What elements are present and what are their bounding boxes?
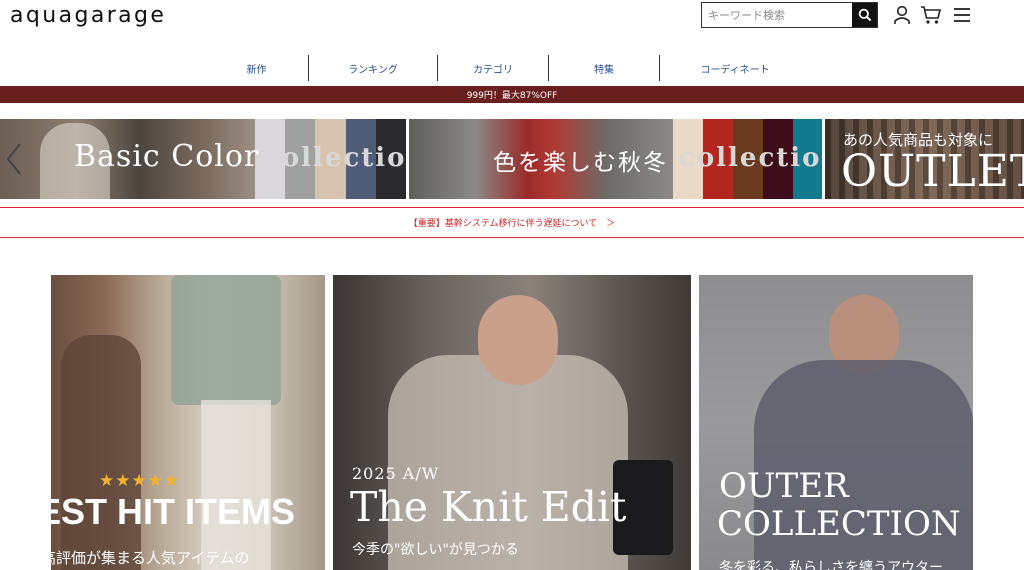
card-subtitle: 今季の"欲しい"が見つかる (352, 542, 519, 558)
main-nav: 新作 ランキング カテゴリ 特集 コーディネート (205, 55, 810, 81)
card-title-line1: OUTER (719, 466, 849, 506)
menu-button[interactable] (951, 4, 973, 26)
cart-button[interactable] (920, 4, 942, 26)
user-icon (894, 5, 910, 24)
slide-subtitle: collection (264, 143, 406, 173)
search-icon (858, 8, 871, 22)
card-title-line2: COLLECTION (717, 504, 961, 544)
nav-item-new[interactable]: 新作 (205, 55, 308, 81)
nav-item-feature[interactable]: 特集 (549, 55, 659, 81)
slide-subtitle: OUTLET (841, 146, 1024, 197)
carousel-slide-basic-color[interactable]: Basic Color collection (0, 119, 406, 199)
slide-subtitle: collection (679, 143, 822, 173)
chevron-left-icon (6, 143, 21, 175)
carousel-slide-outlet[interactable]: あの人気商品も対象に OUTLET (825, 119, 1024, 199)
card-subtitle: 冬を彩る、私らしさを纏うアウター (719, 560, 943, 570)
rating-stars: ★★★★★ (99, 471, 181, 491)
hamburger-icon (954, 8, 970, 22)
account-button[interactable] (891, 4, 913, 26)
feature-card-best-hit[interactable]: ★★★★★ BEST HIT ITEMS 高評価が集まる人気アイテムの (51, 275, 325, 570)
carousel-slide-color-autumn[interactable]: 色を楽しむ秋冬 collection (409, 119, 822, 199)
banner-carousel: Basic Color collection 色を楽しむ秋冬 collectio… (0, 119, 1024, 199)
important-notice-link[interactable]: 【重要】基幹システム移行に伴う遅延について ＞ (0, 207, 1024, 238)
site-logo[interactable]: aquagarage (10, 3, 166, 28)
site-header: aquagarage (0, 0, 1024, 52)
card-subtitle: 高評価が集まる人気アイテムの (51, 549, 250, 567)
slide-title: 色を楽しむ秋冬 (493, 150, 668, 176)
search-button[interactable] (852, 3, 877, 27)
card-season: 2025 A/W (352, 464, 440, 483)
nav-item-category[interactable]: カテゴリ (438, 55, 548, 81)
search-box (701, 2, 878, 28)
slide-title: Basic Color (74, 139, 260, 174)
search-input[interactable] (702, 3, 852, 27)
carousel-prev-button[interactable] (4, 142, 24, 176)
nav-item-ranking[interactable]: ランキング (309, 55, 437, 81)
cart-icon (921, 6, 942, 24)
feature-card-knit-edit[interactable]: 2025 A/W The Knit Edit 今季の"欲しい"が見つかる (333, 275, 691, 570)
card-title: The Knit Edit (350, 483, 627, 531)
promo-banner[interactable]: 999円！最大87%OFF (0, 86, 1024, 103)
feature-card-outer-collection[interactable]: OUTER COLLECTION 冬を彩る、私らしさを纏うアウター (699, 275, 973, 570)
card-title: BEST HIT ITEMS (51, 491, 296, 532)
nav-item-coordinate[interactable]: コーディネート (660, 55, 810, 81)
